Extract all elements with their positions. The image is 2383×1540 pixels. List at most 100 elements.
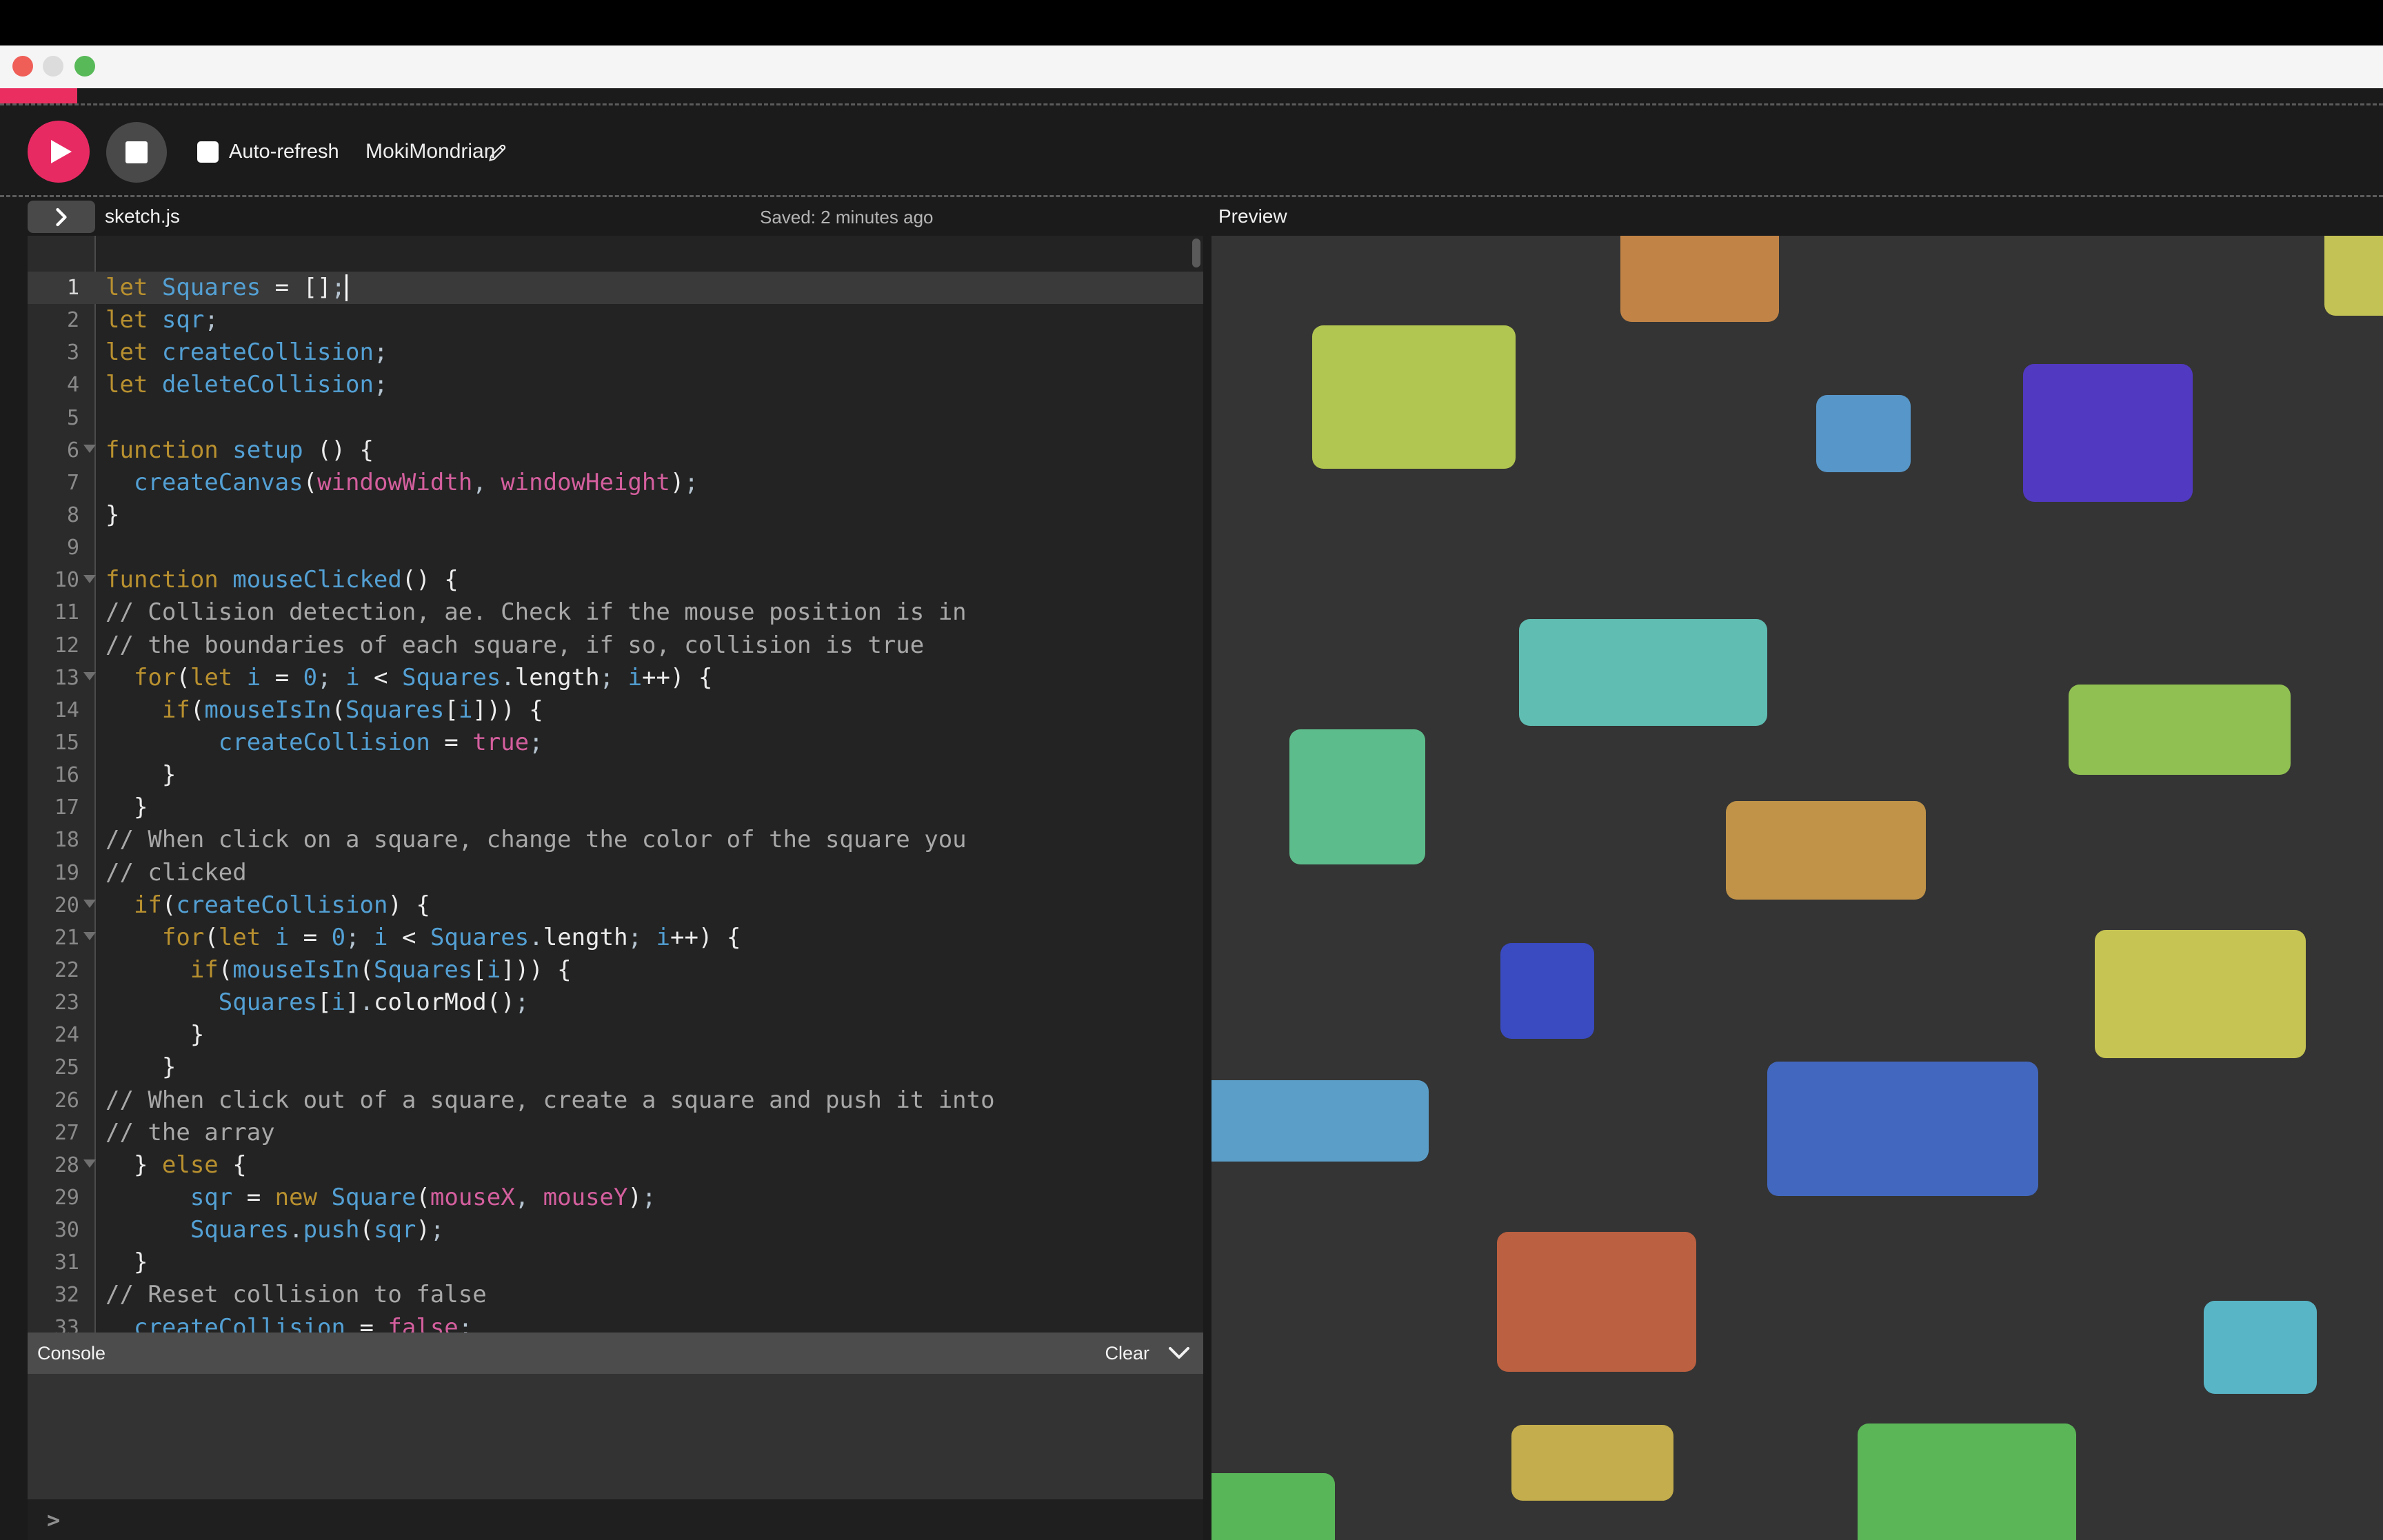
code-line[interactable]: 24 }: [28, 1019, 1203, 1051]
line-number[interactable]: 19: [28, 861, 79, 885]
sketch-square[interactable]: [1289, 729, 1425, 864]
line-number[interactable]: 20: [28, 893, 79, 918]
line-number[interactable]: 15: [28, 731, 79, 755]
line-number[interactable]: 13: [28, 666, 79, 690]
sketch-square[interactable]: [1858, 1424, 2076, 1540]
sketch-square[interactable]: [1519, 619, 1767, 726]
edit-pencil-icon[interactable]: [487, 140, 510, 163]
line-number[interactable]: 31: [28, 1250, 79, 1275]
sketch-preview-canvas[interactable]: [1211, 236, 2383, 1540]
line-number[interactable]: 25: [28, 1055, 79, 1080]
code-line[interactable]: 11// Collision detection, ae. Check if t…: [28, 596, 1203, 629]
code-line[interactable]: 28 } else {: [28, 1149, 1203, 1182]
line-number[interactable]: 11: [28, 600, 79, 625]
tab-sketch-js[interactable]: sketch.js: [105, 205, 180, 227]
line-number[interactable]: 8: [28, 503, 79, 527]
code-line[interactable]: 21 for(let i = 0; i < Squares.length; i+…: [28, 922, 1203, 954]
line-number[interactable]: 27: [28, 1121, 79, 1145]
code-line[interactable]: 20 if(createCollision) {: [28, 889, 1203, 922]
code-line[interactable]: 23 Squares[i].colorMod();: [28, 986, 1203, 1019]
console-collapse-button[interactable]: [1167, 1346, 1191, 1361]
code-line[interactable]: 3let createCollision;: [28, 336, 1203, 369]
line-number[interactable]: 12: [28, 634, 79, 658]
code-line[interactable]: 22 if(mouseIsIn(Squares[i])) {: [28, 954, 1203, 986]
auto-refresh-checkbox[interactable]: [197, 141, 219, 163]
code-line[interactable]: 10function mouseClicked() {: [28, 564, 1203, 596]
code-line[interactable]: 5: [28, 402, 1203, 434]
traffic-light-minimize[interactable]: [43, 56, 63, 77]
sketch-square[interactable]: [1511, 1425, 1673, 1501]
sketch-square[interactable]: [2069, 685, 2291, 775]
sketch-square[interactable]: [1816, 395, 1911, 472]
line-number[interactable]: 6: [28, 438, 79, 463]
code-line[interactable]: 1let Squares = [];: [28, 272, 1203, 304]
code-line[interactable]: 14 if(mouseIsIn(Squares[i])) {: [28, 694, 1203, 727]
code-line[interactable]: 29 sqr = new Square(mouseX, mouseY);: [28, 1182, 1203, 1214]
line-number[interactable]: 24: [28, 1023, 79, 1047]
line-number[interactable]: 33: [28, 1316, 79, 1333]
line-number[interactable]: 9: [28, 536, 79, 560]
line-number[interactable]: 1: [28, 276, 79, 300]
line-number[interactable]: 28: [28, 1153, 79, 1177]
code-line[interactable]: 26// When click out of a square, create …: [28, 1084, 1203, 1117]
sketch-square[interactable]: [2023, 364, 2193, 502]
line-number[interactable]: 7: [28, 471, 79, 495]
code-line[interactable]: 2let sqr;: [28, 304, 1203, 336]
line-number[interactable]: 3: [28, 341, 79, 365]
code-line[interactable]: 8}: [28, 499, 1203, 531]
code-line[interactable]: 7 createCanvas(windowWidth, windowHeight…: [28, 467, 1203, 499]
line-number[interactable]: 32: [28, 1283, 79, 1307]
code-editor[interactable]: 1let Squares = [];2let sqr;3let createCo…: [28, 236, 1203, 1333]
play-button[interactable]: [28, 121, 90, 183]
line-number[interactable]: 5: [28, 406, 79, 430]
line-number[interactable]: 17: [28, 796, 79, 820]
code-line[interactable]: 25 }: [28, 1051, 1203, 1084]
traffic-light-maximize[interactable]: [74, 56, 95, 77]
sketch-square[interactable]: [1211, 1080, 1429, 1162]
code-line[interactable]: 30 Squares.push(sqr);: [28, 1214, 1203, 1246]
line-number[interactable]: 21: [28, 926, 79, 950]
sketch-square[interactable]: [1726, 801, 1926, 900]
sketch-square[interactable]: [2204, 1301, 2317, 1394]
code-line[interactable]: 19// clicked: [28, 857, 1203, 889]
line-number[interactable]: 2: [28, 308, 79, 332]
console-input-line[interactable]: >: [28, 1499, 1203, 1540]
code-line[interactable]: 15 createCollision = true;: [28, 727, 1203, 759]
sketch-square[interactable]: [2095, 930, 2306, 1058]
code-line[interactable]: 27// the array: [28, 1117, 1203, 1149]
code-line[interactable]: 31 }: [28, 1246, 1203, 1279]
line-number[interactable]: 10: [28, 568, 79, 592]
sidebar-expand-button[interactable]: [28, 201, 95, 233]
code-line[interactable]: 12// the boundaries of each square, if s…: [28, 629, 1203, 662]
code-line[interactable]: 17 }: [28, 791, 1203, 824]
code-line[interactable]: 9: [28, 531, 1203, 564]
sketch-square[interactable]: [1211, 1473, 1335, 1540]
line-number[interactable]: 4: [28, 373, 79, 397]
project-name[interactable]: MokiMondrian: [365, 141, 495, 163]
code-line[interactable]: 32// Reset collision to false: [28, 1279, 1203, 1311]
line-number[interactable]: 22: [28, 958, 79, 982]
code-line[interactable]: 4let deleteCollision;: [28, 369, 1203, 401]
sketch-square[interactable]: [1620, 236, 1779, 322]
sketch-square[interactable]: [2324, 236, 2383, 316]
line-number[interactable]: 16: [28, 763, 79, 787]
traffic-light-close[interactable]: [12, 56, 33, 77]
code-line[interactable]: 33 createCollision = false;: [28, 1312, 1203, 1333]
code-line[interactable]: 6function setup () {: [28, 434, 1203, 467]
line-number[interactable]: 18: [28, 828, 79, 852]
line-number[interactable]: 23: [28, 991, 79, 1015]
sketch-square[interactable]: [1312, 325, 1516, 469]
sketch-square[interactable]: [1497, 1232, 1696, 1372]
sketch-square[interactable]: [1767, 1062, 2038, 1196]
line-number[interactable]: 14: [28, 698, 79, 722]
stop-button[interactable]: [106, 122, 167, 183]
line-number[interactable]: 29: [28, 1186, 79, 1210]
sketch-square[interactable]: [1500, 943, 1594, 1039]
line-number[interactable]: 30: [28, 1218, 79, 1242]
code-line[interactable]: 13 for(let i = 0; i < Squares.length; i+…: [28, 662, 1203, 694]
line-number[interactable]: 26: [28, 1088, 79, 1113]
code-line[interactable]: 16 }: [28, 759, 1203, 791]
code-line[interactable]: 18// When click on a square, change the …: [28, 824, 1203, 856]
editor-scrollbar-thumb[interactable]: [1192, 239, 1200, 267]
console-clear-button[interactable]: Clear: [1105, 1343, 1149, 1364]
